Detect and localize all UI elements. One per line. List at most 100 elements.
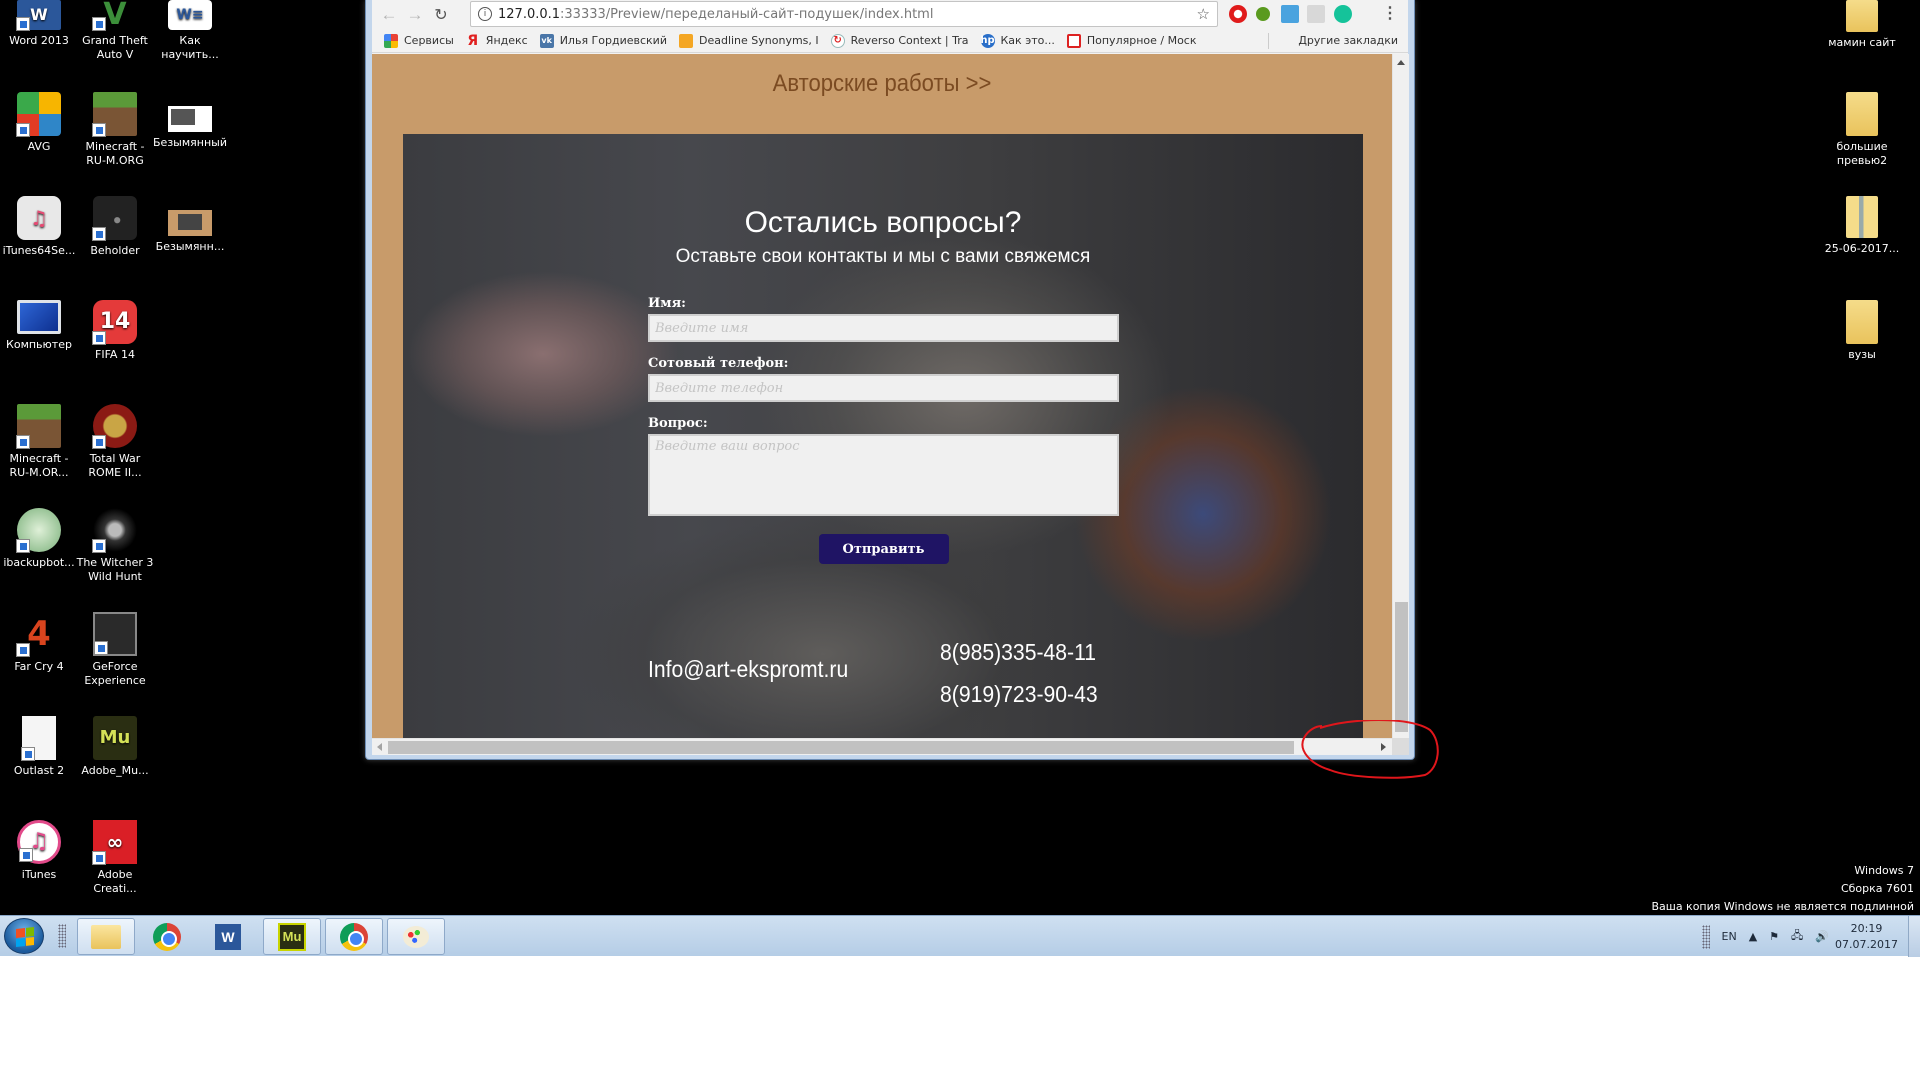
desktop-icon-word-2013[interactable]: W Word 2013 xyxy=(0,0,78,48)
bookmarks-separator xyxy=(1268,32,1270,49)
show-desktop-button[interactable] xyxy=(1908,916,1920,957)
action-center-flag-icon[interactable]: ⚑ xyxy=(1769,930,1779,943)
bookmark-vk[interactable]: vk Илья Гордиевский xyxy=(539,33,667,48)
submit-button[interactable]: Отправить xyxy=(818,534,949,564)
show-hidden-icons-icon[interactable]: ▲ xyxy=(1749,930,1757,943)
question-textarea[interactable] xyxy=(648,434,1119,516)
desktop-icon-beholder[interactable]: Beholder xyxy=(76,196,154,258)
taskbar-chrome-active[interactable] xyxy=(325,918,383,955)
language-indicator[interactable]: EN xyxy=(1722,930,1737,943)
word-doc-icon: W≡ xyxy=(168,0,212,30)
vertical-scroll-thumb[interactable] xyxy=(1395,602,1408,732)
bookmark-star-icon[interactable]: ☆ xyxy=(1197,5,1210,23)
taskbar-word[interactable]: W xyxy=(199,918,257,955)
system-tray: EN ▲ ⚑ 🖧 🔊 20:19 07.07.2017 xyxy=(1696,916,1920,957)
phone-label: Сотовый телефон: xyxy=(648,356,789,371)
grammarly-extension-icon[interactable] xyxy=(1334,5,1352,23)
desktop-icon-gta5[interactable]: V Grand Theft Auto V xyxy=(76,0,154,62)
clock[interactable]: 20:19 07.07.2017 xyxy=(1835,921,1898,953)
taskbar-grip xyxy=(58,924,66,948)
computer-icon xyxy=(17,300,61,334)
rome-icon xyxy=(92,404,137,449)
desktop-icon-unnamed-1[interactable]: Безымянный xyxy=(151,92,229,150)
desktop-folder-bolshie-prevyu2[interactable]: большие превью2 xyxy=(1823,92,1901,168)
desktop-icon-adobe-muse[interactable]: Mu Adobe_Mu... xyxy=(76,716,154,778)
contact-phone-2[interactable]: 8(919)723-90-43 xyxy=(940,681,1098,708)
forward-button[interactable]: → xyxy=(402,5,428,25)
contact-form: Имя: Сотовый телефон: Вопрос: Отправить xyxy=(648,294,1119,564)
start-button[interactable] xyxy=(4,918,44,954)
scroll-left-arrow-icon[interactable] xyxy=(377,743,382,751)
horizontal-scrollbar[interactable] xyxy=(372,738,1392,755)
network-icon[interactable]: 🖧 xyxy=(1791,927,1803,946)
yandex-icon: Я xyxy=(467,32,479,49)
taskbar-chrome[interactable] xyxy=(138,918,196,955)
desktop-icon-minecraft[interactable]: Minecraft - RU-M.ORG xyxy=(76,92,154,168)
desktop-icon-outlast2[interactable]: Outlast 2 xyxy=(0,716,78,778)
bug-extension-icon[interactable] xyxy=(1256,7,1270,21)
scroll-up-arrow-icon[interactable] xyxy=(1397,60,1405,65)
other-bookmarks-button[interactable]: Другие закладки xyxy=(1279,34,1398,47)
back-button[interactable]: ← xyxy=(376,5,402,25)
taskbar: W Mu EN ▲ ⚑ 🖧 🔊 20:19 07.07.2017 xyxy=(0,915,1920,957)
desktop-icon-rome2[interactable]: Total War ROME II... xyxy=(76,404,154,480)
bookmark-popular[interactable]: Популярное / Моск xyxy=(1066,33,1197,48)
horizontal-scroll-thumb[interactable] xyxy=(388,741,1294,754)
desktop-icon-itunes[interactable]: ♫ iTunes xyxy=(0,820,78,882)
taskbar-paint[interactable] xyxy=(387,918,445,955)
taskbar-explorer[interactable] xyxy=(77,918,135,955)
desktop-icon-computer[interactable]: Компьютер xyxy=(0,300,78,352)
site-info-icon[interactable]: i xyxy=(478,7,492,21)
zip-folder-icon xyxy=(1846,196,1878,238)
desktop-folder-zip[interactable]: 25-06-2017... xyxy=(1823,196,1901,256)
taskbar-adobe-muse[interactable]: Mu xyxy=(263,918,321,955)
desktop-icon-witcher3[interactable]: The Witcher 3 Wild Hunt xyxy=(76,508,154,584)
windows-logo-icon xyxy=(16,927,34,947)
beholder-icon xyxy=(92,196,137,241)
desktop-icon-geforce[interactable]: GeForce Experience xyxy=(76,612,154,688)
hp-icon: hp xyxy=(980,33,995,48)
question-label: Вопрос: xyxy=(648,416,708,431)
desktop-folder-mamin-sait[interactable]: мамин сайт xyxy=(1823,0,1901,50)
chrome-menu-icon[interactable]: ⋮ xyxy=(1382,4,1398,24)
bookmarks-bar: Сервисы Я Яндекс vk Илья Гордиевский Deadl… xyxy=(372,29,1408,53)
ibackupbot-icon xyxy=(16,508,61,553)
reload-button[interactable]: ↻ xyxy=(428,5,454,25)
desktop-folder-vuzy[interactable]: вузы xyxy=(1823,300,1901,362)
dropbox-extension-icon[interactable] xyxy=(1307,5,1325,23)
bookmark-kak-eto[interactable]: hp Как это... xyxy=(980,33,1055,48)
adobe-muse-icon: Mu xyxy=(278,922,306,951)
bookmark-yandex[interactable]: Я Яндекс xyxy=(466,32,527,49)
speech-bubble-icon xyxy=(1066,33,1081,48)
tray-grip xyxy=(1701,924,1710,949)
scroll-right-arrow-icon[interactable] xyxy=(1381,743,1386,751)
windows-activation-watermark: Windows 7 Сборка 7601 Ваша копия Windows… xyxy=(1651,864,1914,913)
desktop-icon-unnamed-2[interactable]: Безымянн... xyxy=(151,196,229,254)
file-icon xyxy=(21,716,56,761)
desktop-icon-creative-cloud[interactable]: ∞ Adobe Creati... xyxy=(76,820,154,896)
name-input[interactable] xyxy=(648,314,1119,342)
scrollbar-corner xyxy=(1392,738,1409,755)
phone-input[interactable] xyxy=(648,374,1119,402)
bookmark-thesaurus[interactable]: Deadline Synonyms, I xyxy=(678,33,819,48)
desktop-icon-ibackupbot[interactable]: ibackupbot... xyxy=(0,508,78,570)
volume-icon[interactable]: 🔊 xyxy=(1815,930,1829,943)
reverso-icon: ↻ xyxy=(830,33,845,48)
desktop-icon-word-doc[interactable]: W≡ Как научить... xyxy=(151,0,229,62)
desktop-icon-itunes-setup[interactable]: ♫ iTunes64Se... xyxy=(0,196,78,258)
contact-phone-1[interactable]: 8(985)335-48-11 xyxy=(940,639,1096,666)
address-bar[interactable]: i 127.0.0.1:33333/Preview/переделаный-са… xyxy=(470,1,1218,27)
vertical-scrollbar[interactable] xyxy=(1392,54,1409,738)
contact-email[interactable]: Info@art-ekspromt.ru xyxy=(648,656,848,683)
desktop-icon-avg[interactable]: AVG xyxy=(0,92,78,154)
authors-works-link[interactable]: Авторские работы >> xyxy=(413,70,1351,98)
opera-vpn-extension-icon[interactable] xyxy=(1229,5,1247,23)
desktop-icon-farcry4[interactable]: 4 Far Cry 4 xyxy=(0,612,78,674)
desktop-icon-minecraft-2[interactable]: Minecraft - RU-M.OR... xyxy=(0,404,78,480)
bookmark-reverso[interactable]: ↻ Reverso Context | Tra xyxy=(830,33,969,48)
chrome-icon xyxy=(340,922,368,951)
bookmark-services[interactable]: Сервисы xyxy=(384,33,454,48)
upload-extension-icon[interactable] xyxy=(1281,5,1299,23)
thesaurus-icon xyxy=(678,33,693,48)
desktop-icon-fifa14[interactable]: 14 FIFA 14 xyxy=(76,300,154,362)
